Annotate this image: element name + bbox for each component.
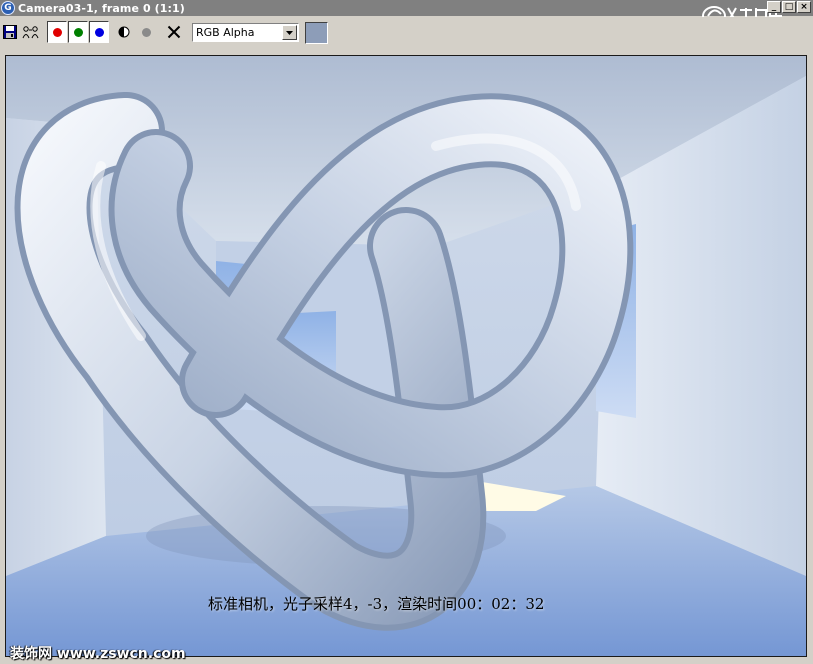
gray-dot-icon[interactable] [138, 21, 154, 43]
channel-select-value: RGB Alpha [196, 26, 255, 39]
red-channel-button[interactable] [47, 21, 67, 43]
toolbar: RGB Alpha [0, 17, 813, 48]
channel-select[interactable]: RGB Alpha [192, 23, 299, 42]
maximize-button[interactable]: □ [782, 1, 796, 13]
save-icon[interactable] [2, 21, 18, 43]
blue-channel-icon [94, 27, 104, 37]
chevron-down-icon[interactable] [282, 25, 297, 40]
window-title: Camera03-1, frame 0 (1:1) [18, 1, 185, 15]
minimize-button[interactable]: _ [767, 1, 781, 13]
close-button[interactable]: × [797, 1, 811, 13]
red-channel-icon [52, 27, 62, 37]
clone-icon[interactable] [22, 21, 40, 43]
render-image [6, 56, 806, 656]
app-icon[interactable]: G [1, 1, 15, 15]
window-controls: _ □ × [767, 1, 811, 13]
title-bar: G Camera03-1, frame 0 (1:1) [0, 0, 813, 16]
render-viewport [5, 55, 807, 657]
blue-channel-button[interactable] [89, 21, 109, 43]
clear-icon[interactable] [164, 21, 184, 43]
render-caption: 标准相机，光子采样4，-3，渲染时间00：02：32 [208, 595, 545, 613]
monochrome-icon[interactable] [116, 21, 132, 43]
green-channel-icon [73, 27, 83, 37]
green-channel-button[interactable] [68, 21, 88, 43]
site-watermark: 装饰网 www.zswcn.com [10, 646, 186, 662]
background-color-swatch[interactable] [305, 22, 328, 44]
